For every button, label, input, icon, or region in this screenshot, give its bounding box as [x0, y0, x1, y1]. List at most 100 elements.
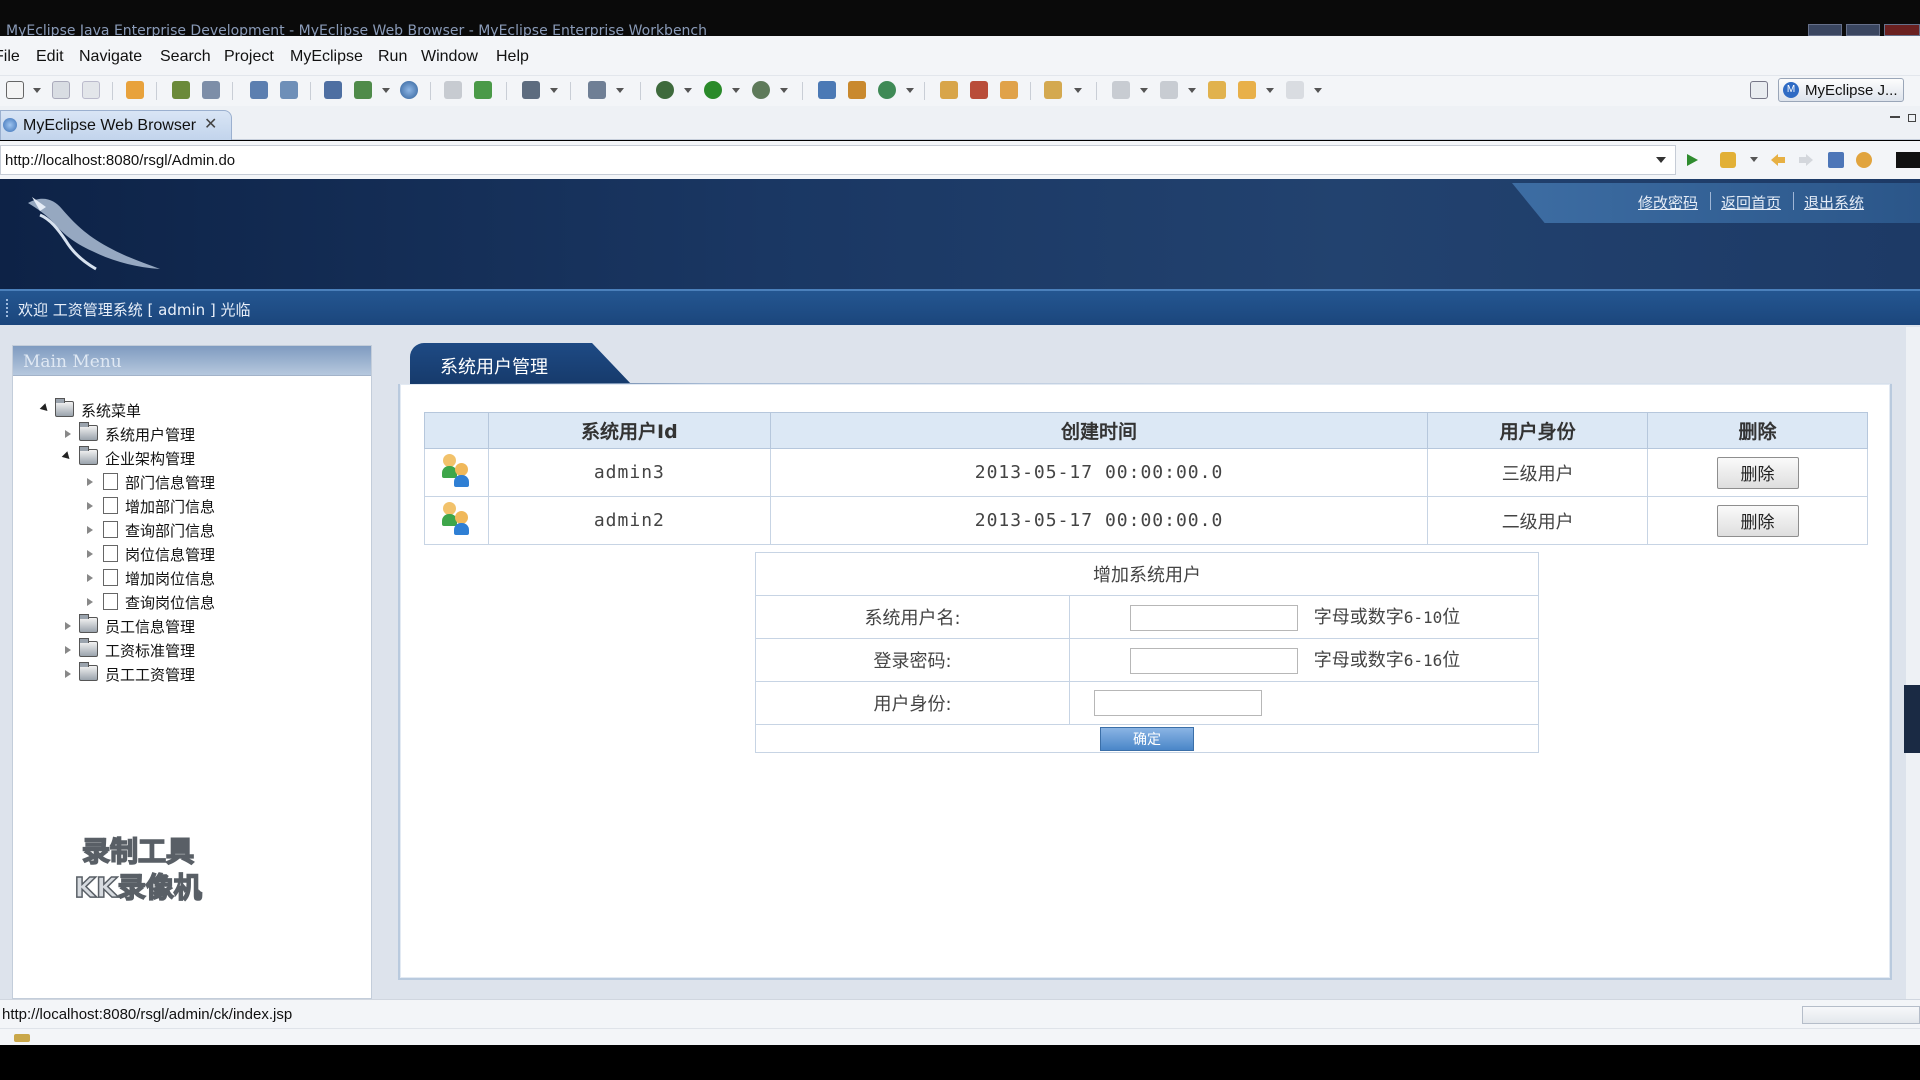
change-password-link[interactable]: 修改密码 — [1638, 192, 1698, 213]
new-dropdown-icon[interactable] — [33, 88, 41, 93]
collapse-arrow-icon[interactable] — [87, 478, 93, 486]
window-maximize-button[interactable] — [1846, 24, 1880, 36]
image-icon[interactable] — [588, 81, 606, 99]
package-icon[interactable] — [126, 81, 144, 99]
save-icon[interactable] — [52, 81, 70, 99]
new-java-icon[interactable] — [878, 81, 896, 99]
debug-icon[interactable] — [656, 81, 674, 99]
new-class-icon[interactable] — [818, 81, 836, 99]
pen-icon[interactable] — [970, 81, 988, 99]
expand-arrow-icon[interactable] — [39, 403, 51, 414]
next-annotation-dropdown-icon[interactable] — [1140, 88, 1148, 93]
menu-file[interactable]: File — [0, 48, 20, 66]
snapshot-dropdown-icon[interactable] — [550, 88, 558, 93]
table-row: admin3 2013-05-17 00:00:00.0 三级用户 删除 — [424, 448, 1868, 497]
deploy-project-icon[interactable] — [324, 81, 342, 99]
run-server-icon[interactable] — [354, 81, 372, 99]
last-edit-icon[interactable] — [1208, 81, 1226, 99]
snapshot-icon[interactable] — [522, 81, 540, 99]
form-title-row: 增加系统用户 — [755, 552, 1539, 596]
collapse-arrow-icon[interactable] — [87, 598, 93, 606]
forward-dropdown-icon[interactable] — [1314, 88, 1322, 93]
table-header-icon — [424, 412, 489, 449]
perspective-button[interactable]: M MyEclipse J... — [1778, 78, 1904, 102]
task-icon[interactable] — [1000, 81, 1018, 99]
collapse-arrow-icon[interactable] — [87, 526, 93, 534]
page-scrollbar[interactable] — [1906, 327, 1920, 999]
save-all-icon[interactable] — [82, 81, 100, 99]
tab-myeclipse-web-browser[interactable]: MyEclipse Web Browser ✕ — [0, 110, 232, 140]
run-server-dropdown-icon[interactable] — [382, 88, 390, 93]
scrollbar-thumb[interactable] — [1904, 685, 1920, 753]
browser-forward-icon[interactable] — [1798, 152, 1814, 168]
url-history-dropdown-icon[interactable] — [1656, 157, 1666, 163]
menu-help[interactable]: Help — [496, 48, 529, 66]
folder-icon — [79, 422, 98, 441]
delete-button[interactable]: 删除 — [1716, 504, 1799, 537]
new-java-dropdown-icon[interactable] — [906, 88, 914, 93]
external-tools-dropdown-icon[interactable] — [780, 88, 788, 93]
logout-link[interactable]: 退出系统 — [1804, 192, 1864, 213]
view-maximize-icon[interactable] — [1908, 114, 1916, 122]
url-input[interactable]: http://localhost:8080/rsgl/Admin.do — [0, 145, 1676, 175]
role-input[interactable] — [1094, 690, 1262, 716]
menu-navigate[interactable]: Navigate — [79, 48, 142, 66]
new-web-project-icon[interactable] — [250, 81, 268, 99]
password-label: 登录密码: — [755, 638, 1070, 682]
collapse-arrow-icon[interactable] — [87, 574, 93, 582]
run-dropdown-icon[interactable] — [732, 88, 740, 93]
window-close-button[interactable] — [1884, 24, 1920, 36]
table-cell-delete: 删除 — [1647, 496, 1868, 545]
new-icon[interactable] — [6, 81, 24, 99]
new-ejb-icon[interactable] — [280, 81, 298, 99]
toolbar-separator — [506, 82, 507, 100]
prev-annotation-icon[interactable] — [1160, 81, 1178, 99]
search-folder-dropdown-icon[interactable] — [1074, 88, 1082, 93]
home-link[interactable]: 返回首页 — [1721, 192, 1781, 213]
menu-project[interactable]: Project — [224, 48, 274, 66]
deploy-icon[interactable] — [172, 81, 190, 99]
debug-dropdown-icon[interactable] — [684, 88, 692, 93]
menu-search[interactable]: Search — [160, 48, 211, 66]
open-type-icon[interactable] — [444, 81, 462, 99]
back-icon[interactable] — [1238, 81, 1256, 99]
collapse-arrow-icon[interactable] — [65, 646, 71, 654]
go-icon[interactable] — [1684, 152, 1700, 168]
menu-myeclipse[interactable]: MyEclipse — [290, 48, 363, 66]
menu-run[interactable]: Run — [378, 48, 407, 66]
collapse-arrow-icon[interactable] — [87, 502, 93, 510]
image-dropdown-icon[interactable] — [616, 88, 624, 93]
username-input[interactable] — [1130, 605, 1298, 631]
open-resource-icon[interactable] — [474, 81, 492, 99]
open-folder-icon[interactable] — [940, 81, 958, 99]
menu-window[interactable]: Window — [421, 48, 478, 66]
collapse-arrow-icon[interactable] — [65, 670, 71, 678]
delete-button[interactable]: 删除 — [1716, 456, 1799, 489]
stop-icon[interactable] — [1828, 152, 1844, 168]
server-icon[interactable] — [202, 81, 220, 99]
collapse-arrow-icon[interactable] — [87, 550, 93, 558]
prev-annotation-dropdown-icon[interactable] — [1188, 88, 1196, 93]
close-icon[interactable]: ✕ — [204, 114, 217, 134]
menu-edit[interactable]: Edit — [36, 48, 64, 66]
confirm-button[interactable]: 确定 — [1100, 726, 1194, 751]
favorites-dropdown-icon[interactable] — [1750, 157, 1758, 162]
password-input[interactable] — [1130, 648, 1298, 674]
open-perspective-icon[interactable] — [1750, 81, 1768, 99]
browser-back-icon[interactable] — [1770, 152, 1786, 168]
search-folder-icon[interactable] — [1044, 81, 1062, 99]
view-minimize-icon[interactable] — [1890, 116, 1900, 118]
collapse-arrow-icon[interactable] — [65, 622, 71, 630]
expand-arrow-icon[interactable] — [61, 451, 73, 462]
favorites-icon[interactable] — [1720, 152, 1736, 168]
collapse-arrow-icon[interactable] — [65, 430, 71, 438]
forward-icon[interactable] — [1286, 81, 1304, 99]
window-minimize-button[interactable] — [1808, 24, 1842, 36]
run-icon[interactable] — [704, 81, 722, 99]
refresh-icon[interactable] — [1856, 152, 1872, 168]
external-tools-icon[interactable] — [752, 81, 770, 99]
web-browser-icon[interactable] — [400, 81, 418, 99]
next-annotation-icon[interactable] — [1112, 81, 1130, 99]
new-package-icon[interactable] — [848, 81, 866, 99]
back-dropdown-icon[interactable] — [1266, 88, 1274, 93]
